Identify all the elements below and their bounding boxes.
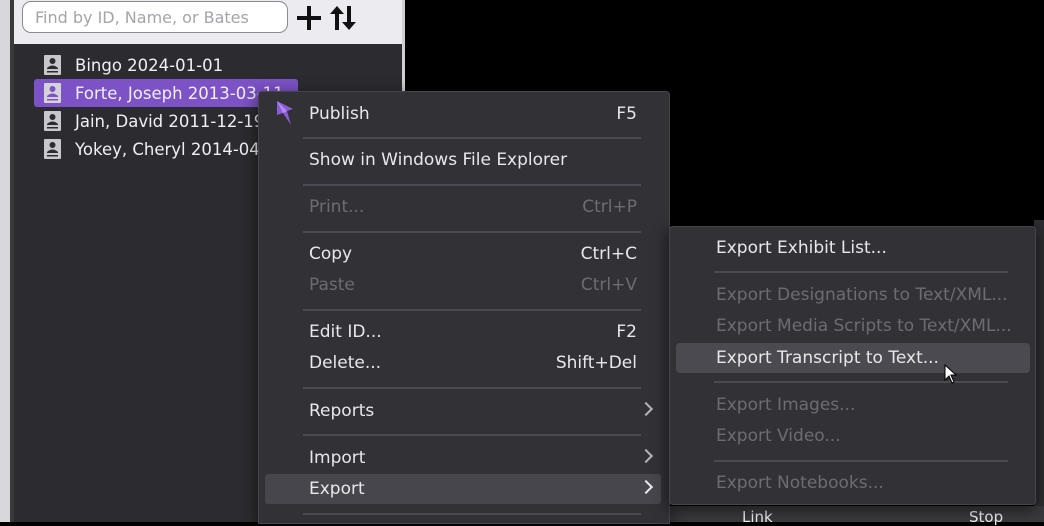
submenu-item-export-media-scripts[interactable]: Export Media Scripts to Text/XML... (676, 311, 1030, 341)
menu-separator (714, 271, 1008, 273)
chevron-right-icon (638, 479, 654, 495)
menu-item-edit-id[interactable]: Edit ID... F2 (265, 317, 661, 347)
menu-item-shortcut: Shift+Del (555, 353, 637, 373)
menu-item-paste[interactable]: Paste Ctrl+V (265, 270, 661, 300)
submenu-item-label: Export Designations to Text/XML... (716, 285, 1008, 305)
menu-item-shortcut: Ctrl+V (580, 275, 637, 295)
menu-separator (303, 513, 641, 515)
chevron-right-icon (638, 448, 654, 464)
playback-toolbar: Link Stop (669, 506, 1044, 526)
witness-document-icon (44, 83, 61, 103)
menu-separator (714, 381, 1008, 383)
menu-item-copy[interactable]: Copy Ctrl+C (265, 239, 661, 269)
submenu-item-export-images[interactable]: Export Images... (676, 390, 1030, 420)
menu-item-shortcut: F2 (616, 322, 637, 342)
submenu-item-label: Export Video... (716, 426, 841, 446)
submenu-item-export-exhibit-list[interactable]: Export Exhibit List... (676, 233, 1030, 263)
menu-item-print[interactable]: Print... Ctrl+P (265, 192, 661, 222)
sort-arrows-icon (330, 6, 356, 30)
submenu-item-export-transcript[interactable]: Export Transcript to Text... (676, 343, 1030, 373)
submenu-item-label: Export Media Scripts to Text/XML... (716, 316, 1012, 336)
submenu-item-label: Export Notebooks... (716, 473, 884, 493)
witness-document-icon (44, 139, 61, 159)
menu-item-label: Export (309, 479, 365, 499)
tree-item[interactable]: Bingo 2024-01-01 (34, 51, 237, 79)
menu-item-publish[interactable]: Publish F5 (265, 99, 661, 129)
chevron-right-icon (638, 401, 654, 417)
menu-separator (303, 184, 641, 186)
menu-separator (303, 434, 641, 436)
menu-separator (303, 137, 641, 139)
menu-item-shortcut: Ctrl+P (582, 197, 637, 217)
context-menu: Publish F5 Show in Windows File Explorer… (258, 91, 670, 524)
sort-button[interactable] (328, 2, 358, 34)
stop-button[interactable]: Stop (969, 508, 1003, 526)
menu-item-label: Publish (309, 104, 370, 124)
mouse-pointer-icon (944, 364, 958, 384)
tree-item-label: Forte, Joseph 2013-03-11 (75, 83, 284, 103)
plus-icon (297, 6, 321, 30)
add-button[interactable] (294, 2, 324, 34)
menu-separator (303, 387, 641, 389)
export-submenu: Export Exhibit List... Export Designatio… (669, 226, 1036, 505)
menu-item-label: Import (309, 448, 366, 468)
menu-item-label: Delete... (309, 353, 382, 373)
tree-item-label: Bingo 2024-01-01 (75, 55, 224, 75)
menu-item-reports[interactable]: Reports (265, 396, 661, 426)
submenu-item-export-video[interactable]: Export Video... (676, 421, 1030, 451)
submenu-item-label: Export Images... (716, 395, 856, 415)
menu-item-shortcut: F5 (616, 104, 637, 124)
search-toolbar (14, 0, 405, 44)
tree-item-label: Yokey, Cheryl 2014-04-11 (75, 139, 287, 159)
tree-item[interactable]: Jain, David 2011-12-19 (34, 107, 278, 135)
menu-item-delete[interactable]: Delete... Shift+Del (265, 348, 661, 378)
link-button[interactable]: Link (742, 508, 773, 526)
menu-item-shortcut: Ctrl+C (580, 244, 637, 264)
menu-separator (303, 309, 641, 311)
witness-document-icon (44, 111, 61, 131)
witness-document-icon (44, 55, 61, 75)
menu-item-import[interactable]: Import (265, 443, 661, 473)
menu-item-label: Show in Windows File Explorer (309, 150, 568, 170)
menu-item-label: Reports (309, 401, 375, 421)
tree-item-label: Jain, David 2011-12-19 (75, 111, 265, 131)
menu-item-label: Paste (309, 275, 355, 295)
submenu-item-label: Export Exhibit List... (716, 238, 887, 258)
publish-bird-icon (277, 101, 293, 125)
menu-separator (714, 460, 1008, 462)
submenu-item-export-designations[interactable]: Export Designations to Text/XML... (676, 280, 1030, 310)
menu-item-label: Edit ID... (309, 322, 382, 342)
menu-separator (303, 231, 641, 233)
menu-item-export[interactable]: Export (265, 474, 661, 504)
submenu-item-label: Export Transcript to Text... (716, 348, 939, 368)
submenu-item-export-notebooks[interactable]: Export Notebooks... (676, 468, 1030, 498)
search-input[interactable] (22, 1, 288, 33)
menu-item-label: Print... (309, 197, 365, 217)
menu-item-show-in-explorer[interactable]: Show in Windows File Explorer (265, 145, 661, 175)
menu-item-label: Copy (309, 244, 353, 264)
